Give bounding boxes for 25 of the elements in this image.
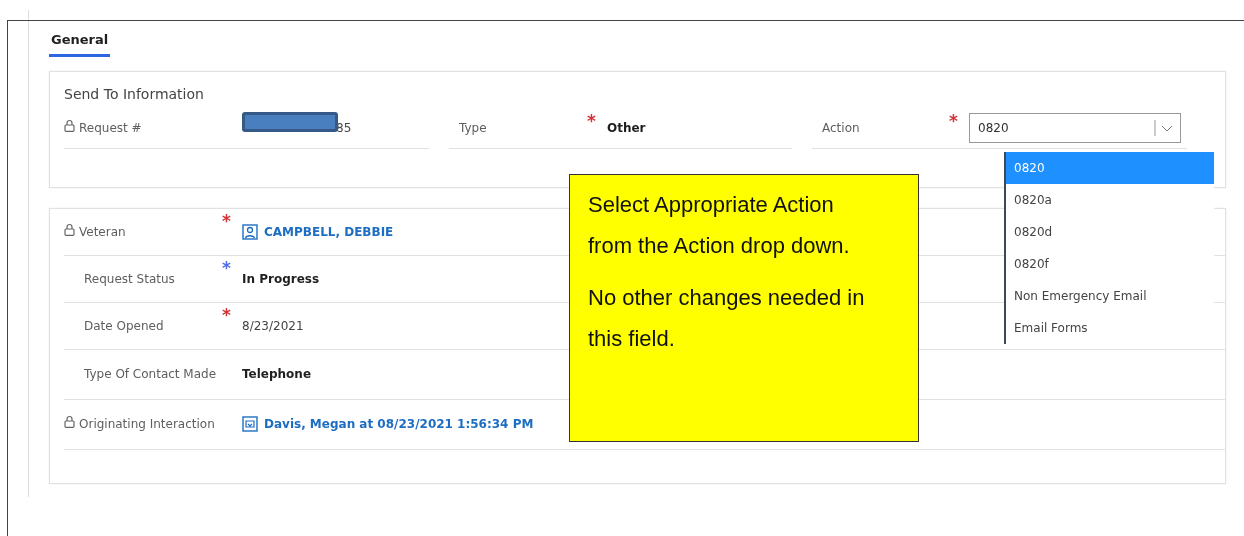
required-mark: * xyxy=(949,112,958,130)
required-mark: * xyxy=(222,306,231,324)
contact-card-icon xyxy=(242,223,258,240)
field-value: 8/23/2021 xyxy=(242,317,304,335)
field-label: Request Status xyxy=(84,270,175,288)
tab[interactable]: General xyxy=(49,30,111,57)
field-value: Telephone xyxy=(242,366,312,383)
required-mark: * xyxy=(222,259,231,277)
field-label: Type xyxy=(459,120,487,137)
field-label: Type Of Contact Made xyxy=(84,366,217,383)
field-label: Date Opened xyxy=(84,317,164,335)
field-label: Veteran xyxy=(79,223,126,241)
field-label: Request # xyxy=(79,120,142,137)
field-value: In Progress xyxy=(242,270,320,288)
required-mark: * xyxy=(222,212,231,230)
record-link[interactable]: Davis, Megan at 08/23/2021 1:56:34 PM xyxy=(242,415,534,433)
field-value: Other xyxy=(607,120,646,137)
action-dropdown[interactable]: 0820 xyxy=(969,113,1181,143)
callout-note: Select Appropriate Action from the Action drop down. No other changes needed in this field. xyxy=(569,174,919,442)
required-mark: * xyxy=(587,112,596,130)
interaction-icon xyxy=(242,416,258,432)
record-link[interactable]: CAMPBELL, DEBBIE xyxy=(242,222,394,241)
section-title: Send To Information xyxy=(64,84,205,104)
field-label: Originating Interaction xyxy=(79,416,215,433)
field-label: Action xyxy=(822,120,860,137)
